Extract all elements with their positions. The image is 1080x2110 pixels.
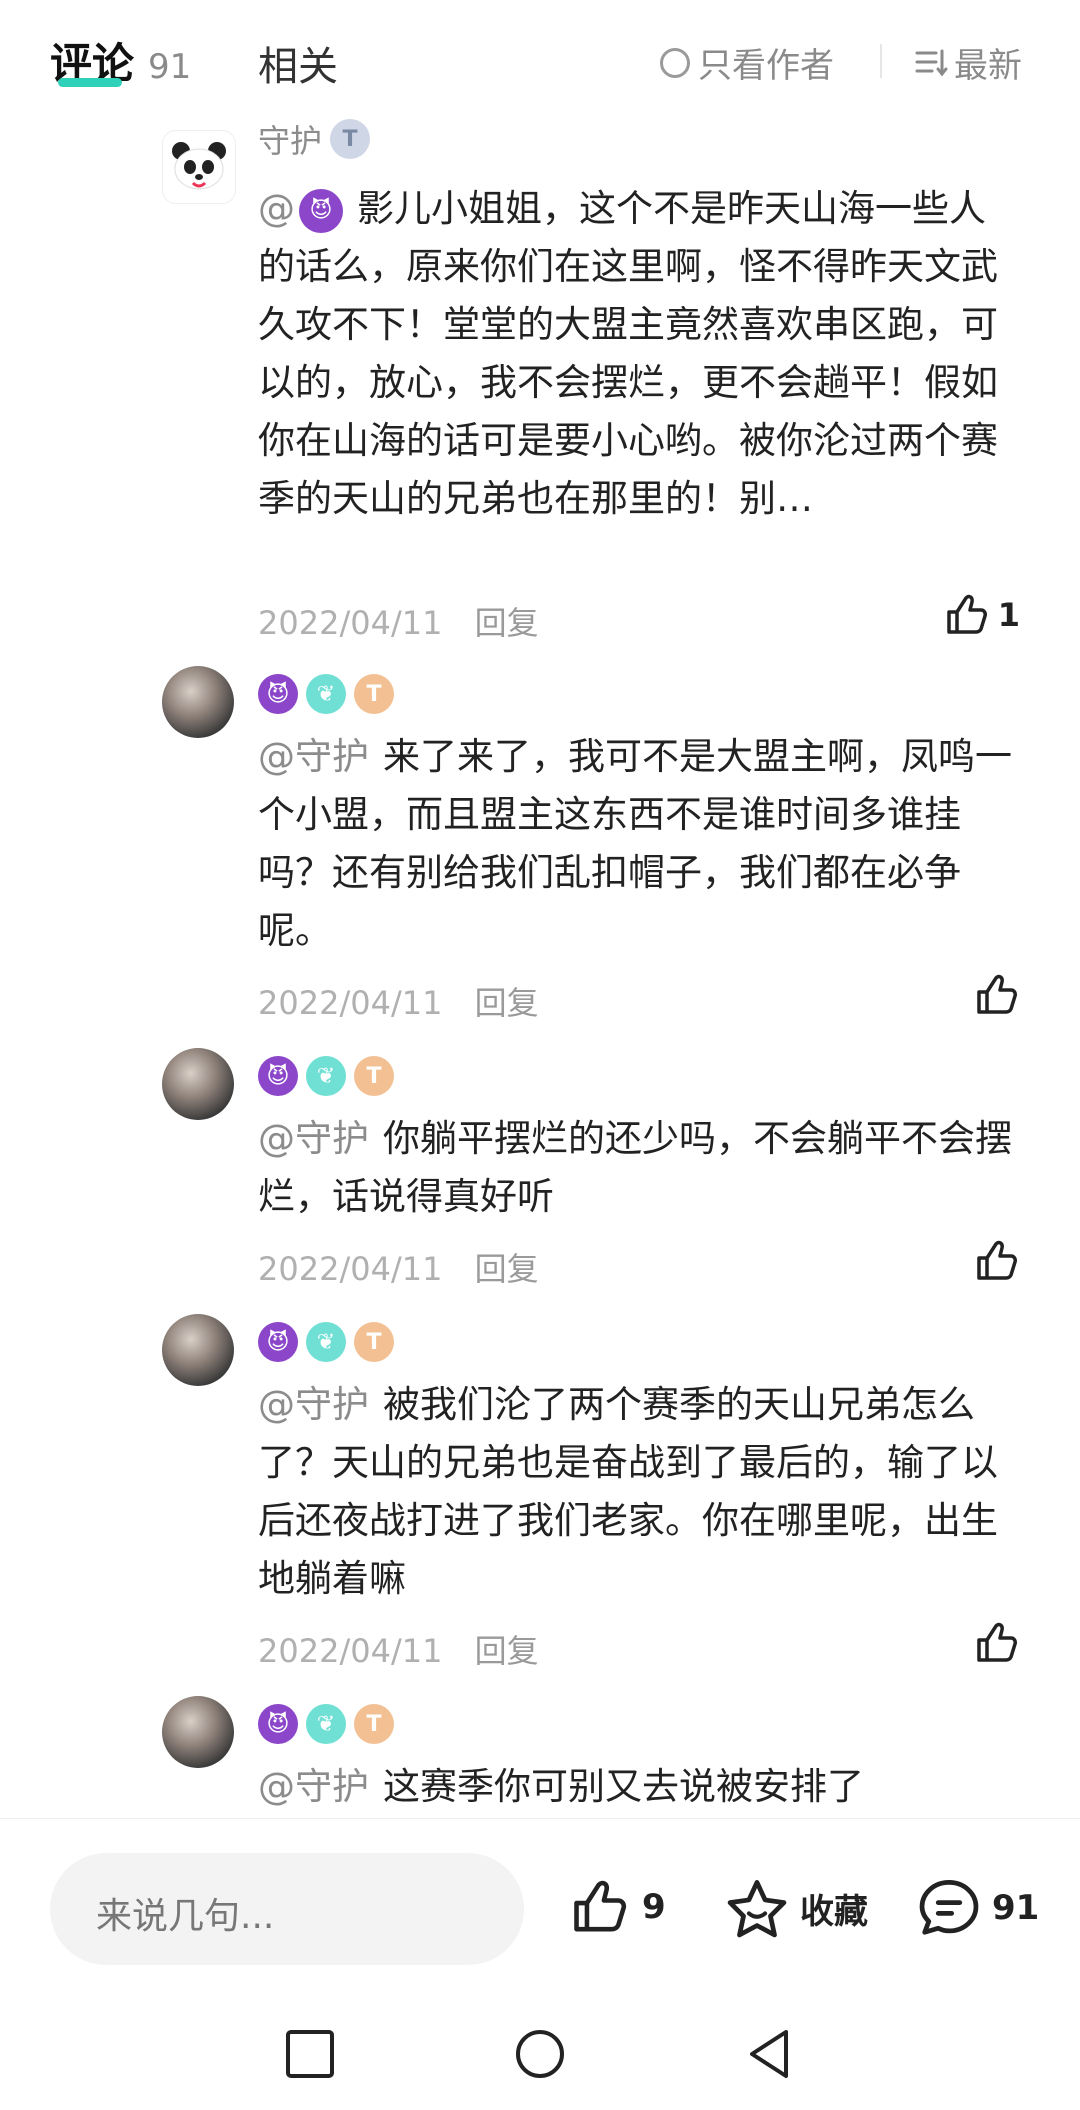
thumbs-up-icon xyxy=(977,974,1017,1014)
thumbs-up-icon xyxy=(574,1880,627,1932)
comment-author-name[interactable]: 守护 xyxy=(258,118,322,162)
radio-icon xyxy=(660,47,690,78)
devil-badge-icon: 😈 xyxy=(258,674,298,714)
comment-input-placeholder: 来说几句... xyxy=(96,1896,275,1937)
home-button[interactable] xyxy=(514,2028,566,2080)
like-button[interactable] xyxy=(974,972,1020,1018)
comment-author-row: 😈 ❦ T xyxy=(258,1056,394,1096)
active-tab-indicator xyxy=(58,78,122,87)
post-comment-count: 91 xyxy=(992,1888,1040,1928)
comment-meta: 2022/04/11 回复 xyxy=(258,1626,539,1672)
mention[interactable]: @守护 xyxy=(258,1765,369,1808)
avatar[interactable] xyxy=(162,1314,234,1386)
mention[interactable]: @守护 xyxy=(258,735,369,778)
comment-bubble-icon xyxy=(919,1880,979,1935)
like-post-button[interactable]: 9 xyxy=(568,1877,666,1937)
favorite-label: 收藏 xyxy=(800,1891,868,1932)
author-only-label: 只看作者 xyxy=(698,46,834,86)
favorite-button[interactable]: 收藏 xyxy=(724,1877,868,1939)
comments-button[interactable]: 91 xyxy=(916,1877,1039,1939)
comment-body: 你躺平摆烂的还少吗，不会躺平不会摆烂，话说得真好听 xyxy=(258,1117,1012,1218)
leaf-badge-icon: ❦ xyxy=(306,1056,346,1096)
comment-text[interactable]: @守护 来了来了，我可不是大盟主啊，凤鸣一个小盟，而且盟主这东西不是谁时间多谁挂吗… xyxy=(258,728,1018,960)
mention-at: @ xyxy=(258,187,295,230)
comment-body: 影儿小姐姐，这个不是昨天山海一些人的话么，原来你们在这里啊，怪不得昨天文武久攻不… xyxy=(258,187,998,520)
comment-text[interactable]: @ 😈 影儿小姐姐，这个不是昨天山海一些人的话么，原来你们在这里啊，怪不得昨天文武久… xyxy=(258,180,1018,528)
back-button[interactable] xyxy=(744,2028,796,2080)
like-button[interactable] xyxy=(974,1620,1020,1666)
avatar[interactable] xyxy=(162,1048,234,1120)
devil-badge-icon: 😈 xyxy=(258,1322,298,1362)
level-t5-badge-icon: T xyxy=(354,674,394,714)
comment-date: 2022/04/11 xyxy=(258,984,443,1022)
thumbs-up-icon xyxy=(977,1622,1017,1662)
reply-button[interactable]: 回复 xyxy=(475,1250,539,1288)
author-only-toggle[interactable]: 只看作者 xyxy=(660,38,834,87)
comment-author-row: 😈 ❦ T xyxy=(258,1322,394,1362)
devil-emoji-icon: 😈 xyxy=(299,188,343,233)
mention[interactable]: @守护 xyxy=(258,1117,369,1160)
star-icon xyxy=(727,1880,787,1938)
sort-button[interactable]: 最新 xyxy=(914,38,1022,87)
comment-author-row: 守护 T xyxy=(258,118,371,162)
reply-button[interactable]: 回复 xyxy=(475,984,539,1022)
comment-author-row: 😈 ❦ T xyxy=(258,1704,394,1744)
comment-date: 2022/04/11 xyxy=(258,1632,443,1670)
system-nav-bar xyxy=(0,1988,1080,2110)
comment-meta: 2022/04/11 回复 xyxy=(258,598,539,644)
comment-body: 被我们沦了两个赛季的天山兄弟怎么了？天山的兄弟也是奋战到了最后的，输了以后还夜战… xyxy=(258,1383,998,1600)
avatar[interactable] xyxy=(162,130,236,204)
devil-badge-icon: 😈 xyxy=(258,1704,298,1744)
comment-input[interactable]: 来说几句... xyxy=(50,1853,524,1965)
tab-related[interactable]: 相关 xyxy=(258,34,338,92)
avatar[interactable] xyxy=(162,666,234,738)
level-t5-badge-icon: T xyxy=(354,1322,394,1362)
comment-text[interactable]: @守护 这赛季你可别又去说被安排了 xyxy=(258,1758,1018,1816)
triangle-back-icon xyxy=(750,2030,788,2078)
panda-avatar-icon xyxy=(172,142,226,190)
comment-body: 来了来了，我可不是大盟主啊，凤鸣一个小盟，而且盟主这东西不是谁时间多谁挂吗？还有… xyxy=(258,735,1012,952)
leaf-badge-icon: ❦ xyxy=(306,1704,346,1744)
comment-header: 评论 91 相关 只看作者 最新 xyxy=(0,0,1080,118)
devil-badge-icon: 😈 xyxy=(258,1056,298,1096)
comment-list: 守护 T @ 😈 影儿小姐姐，这个不是昨天山海一些人的话么，原来你们在这里啊，怪不得… xyxy=(0,118,1080,1818)
thumbs-up-icon xyxy=(977,1240,1017,1280)
comment-body: 这赛季你可别又去说被安排了 xyxy=(383,1765,864,1808)
reply-button[interactable]: 回复 xyxy=(475,1632,539,1670)
comment-meta: 2022/04/11 回复 xyxy=(258,978,539,1024)
sort-label: 最新 xyxy=(954,46,1022,86)
post-like-count: 9 xyxy=(642,1887,666,1927)
header-divider xyxy=(880,44,882,78)
square-icon xyxy=(286,2030,334,2078)
level-badge: T xyxy=(330,119,371,159)
avatar[interactable] xyxy=(162,1696,234,1768)
like-button[interactable] xyxy=(974,1238,1020,1284)
reply-button[interactable]: 回复 xyxy=(475,604,539,642)
leaf-badge-icon: ❦ xyxy=(306,1322,346,1362)
comment-text[interactable]: @守护 你躺平摆烂的还少吗，不会躺平不会摆烂，话说得真好听 xyxy=(258,1110,1018,1226)
comment-author-row: 😈 ❦ T xyxy=(258,674,394,714)
comment-date: 2022/04/11 xyxy=(258,1250,443,1288)
level-t5-badge-icon: T xyxy=(354,1056,394,1096)
level-t5-badge-icon: T xyxy=(354,1704,394,1744)
circle-icon xyxy=(516,2030,564,2078)
comment-text[interactable]: @守护 被我们沦了两个赛季的天山兄弟怎么了？天山的兄弟也是奋战到了最后的，输了以后… xyxy=(258,1376,1018,1608)
bottom-action-bar: 来说几句... 9 收藏 91 xyxy=(0,1818,1080,1989)
thumbs-up-icon xyxy=(946,594,987,634)
like-count: 1 xyxy=(997,596,1020,634)
mention[interactable]: @守护 xyxy=(258,1383,369,1426)
comment-meta: 2022/04/11 回复 xyxy=(258,1244,539,1290)
leaf-badge-icon: ❦ xyxy=(306,674,346,714)
like-button[interactable]: 1 xyxy=(944,592,1020,638)
sort-icon xyxy=(915,49,948,76)
recent-apps-button[interactable] xyxy=(284,2028,336,2080)
comment-date: 2022/04/11 xyxy=(258,604,443,642)
comment-count: 91 xyxy=(148,47,192,87)
mention[interactable]: @ 😈 xyxy=(258,187,343,233)
